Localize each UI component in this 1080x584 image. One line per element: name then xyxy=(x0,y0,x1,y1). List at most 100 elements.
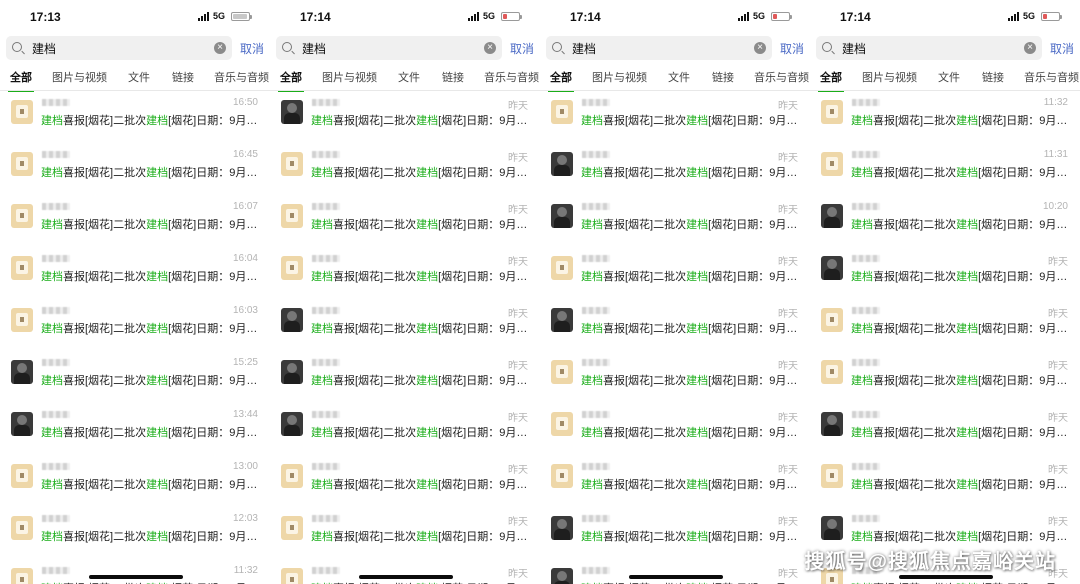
clear-icon[interactable]: × xyxy=(1024,42,1036,54)
result-item[interactable]: 昨天建档喜报[烟花]二批次建档[烟花]日期：9月… xyxy=(540,195,810,247)
keyword-highlight: 建档 xyxy=(956,479,979,491)
keyword-highlight: 建档 xyxy=(581,167,603,179)
tab-4[interactable]: 音乐与音频 xyxy=(754,69,809,85)
blurred-name xyxy=(312,567,340,574)
result-item[interactable]: 昨天建档喜报[烟花]二批次建档[烟花]日期：9月… xyxy=(270,91,540,143)
signal-icon xyxy=(1007,11,1019,21)
tab-0[interactable]: 全部 xyxy=(278,69,304,92)
blurred-name xyxy=(582,463,610,470)
keyword-highlight: 建档 xyxy=(686,323,709,335)
tab-4[interactable]: 音乐与音频 xyxy=(1024,69,1079,85)
result-item[interactable]: 昨天建档喜报[烟花]二批次建档[烟花]日期：9月… xyxy=(810,455,1080,507)
avatar xyxy=(551,308,573,332)
tab-4[interactable]: 音乐与音频 xyxy=(484,69,539,85)
search-input[interactable]: 建档 × xyxy=(6,36,232,60)
result-item[interactable]: 昨天建档喜报[烟花]二批次建档[烟花]日期：9月… xyxy=(540,143,810,195)
result-item[interactable]: 10:20 建档喜报[烟花]二批次建档[烟花]日期：9月… xyxy=(810,195,1080,247)
tab-1[interactable]: 图片与视频 xyxy=(862,69,917,85)
result-item[interactable]: 昨天建档喜报[烟花]二批次建档[烟花]日期：9月… xyxy=(270,299,540,351)
result-item[interactable]: 昨天建档喜报[烟花]二批次建档[烟花]日期：9月… xyxy=(810,299,1080,351)
result-item[interactable]: 16:04 建档喜报[烟花]二批次建档[烟花]日期：9月… xyxy=(0,247,270,299)
tab-3[interactable]: 链接 xyxy=(172,69,194,85)
keyword-highlight: 建档 xyxy=(851,115,873,127)
tab-4[interactable]: 音乐与音频 xyxy=(214,69,269,85)
tab-2[interactable]: 文件 xyxy=(938,69,960,85)
keyword-highlight: 建档 xyxy=(581,531,603,543)
result-item[interactable]: 13:00 建档喜报[烟花]二批次建档[烟花]日期：9月… xyxy=(0,455,270,507)
tab-3[interactable]: 链接 xyxy=(982,69,1004,85)
search-input[interactable]: 建档 × xyxy=(546,36,772,60)
result-item[interactable]: 11:32建档喜报[烟花]二批次建档[烟花]日期：9月… xyxy=(0,559,270,584)
filter-tabs: 全部 图片与视频 文件 链接 音乐与音频 xyxy=(540,61,810,92)
result-item[interactable]: 16:03 建档喜报[烟花]二批次建档[烟花]日期：9月… xyxy=(0,299,270,351)
result-item[interactable]: 昨天建档喜报[烟花]二批次建档[烟花]日期：9月… xyxy=(270,559,540,584)
result-item[interactable]: 13:44 建档喜报[烟花]二批次建档[烟花]日期：9月… xyxy=(0,403,270,455)
keyword-highlight: 建档 xyxy=(581,427,603,439)
battery-icon xyxy=(501,11,522,21)
search-input[interactable]: 建档 × xyxy=(816,36,1042,60)
tab-2[interactable]: 文件 xyxy=(128,69,150,85)
cancel-button[interactable]: 取消 xyxy=(780,40,804,57)
result-item[interactable]: 昨天建档喜报[烟花]二批次建档[烟花]日期：9月… xyxy=(270,351,540,403)
clear-icon[interactable]: × xyxy=(754,42,766,54)
result-item[interactable]: 昨天建档喜报[烟花]二批次建档[烟花]日期：9月… xyxy=(540,403,810,455)
avatar xyxy=(281,152,303,176)
result-item[interactable]: 昨天建档喜报[烟花]二批次建档[烟花]日期：9月… xyxy=(270,403,540,455)
result-item[interactable]: 昨天建档喜报[烟花]二批次建档[烟花]日期：9月… xyxy=(540,351,810,403)
result-item[interactable]: 昨天建档喜报[烟花]二批次建档[烟花]日期：9月… xyxy=(810,403,1080,455)
message-preview: 建档喜报[烟花]二批次建档[烟花]日期：9月… xyxy=(41,528,257,544)
avatar xyxy=(11,516,33,540)
tab-1[interactable]: 图片与视频 xyxy=(592,69,647,85)
result-item[interactable]: 昨天建档喜报[烟花]二批次建档[烟花]日期：9月… xyxy=(810,351,1080,403)
blurred-name xyxy=(42,411,70,418)
tab-1[interactable]: 图片与视频 xyxy=(52,69,107,85)
result-item[interactable]: 昨天建档喜报[烟花]二批次建档[烟花]日期：9月… xyxy=(540,299,810,351)
tab-0[interactable]: 全部 xyxy=(8,69,34,92)
result-item[interactable]: 昨天建档喜报[烟花]二批次建档[烟花]日期：9月… xyxy=(270,195,540,247)
result-item[interactable]: 昨天建档喜报[烟花]二批次建档[烟花]日期：9月… xyxy=(540,91,810,143)
result-item[interactable]: 昨天建档喜报[烟花]二批次建档[烟花]日期：9月… xyxy=(540,247,810,299)
tab-2[interactable]: 文件 xyxy=(668,69,690,85)
result-item[interactable]: 昨天建档喜报[烟花]二批次建档[烟花]日期：9月… xyxy=(540,507,810,559)
clear-icon[interactable]: × xyxy=(484,42,496,54)
message-text: [烟花]日期：9月… xyxy=(978,375,1068,387)
message-time: 昨天 xyxy=(508,517,528,528)
tab-3[interactable]: 链接 xyxy=(712,69,734,85)
result-item[interactable]: 12:03 建档喜报[烟花]二批次建档[烟花]日期：9月… xyxy=(0,507,270,559)
avatar xyxy=(821,516,843,540)
blurred-name xyxy=(312,515,340,522)
result-item[interactable]: 11:32建档喜报[烟花]二批次建档[烟花]日期：9月… xyxy=(810,91,1080,143)
tab-3[interactable]: 链接 xyxy=(442,69,464,85)
keyword-highlight: 建档 xyxy=(581,219,603,231)
search-input[interactable]: 建档 × xyxy=(276,36,502,60)
keyword-highlight: 建档 xyxy=(311,479,333,491)
result-item[interactable]: 昨天建档喜报[烟花]二批次建档[烟花]日期：9月… xyxy=(810,247,1080,299)
result-item[interactable]: 11:31 建档喜报[烟花]二批次建档[烟花]日期：9月… xyxy=(810,143,1080,195)
message-time: 11:32 xyxy=(1043,97,1068,108)
message-text: [烟花]日期：9月… xyxy=(438,531,528,543)
result-item[interactable]: 15:25 建档喜报[烟花]二批次建档[烟花]日期：9月… xyxy=(0,351,270,403)
tab-1[interactable]: 图片与视频 xyxy=(322,69,377,85)
result-item[interactable]: 昨天建档喜报[烟花]二批次建档[烟花]日期：9月… xyxy=(270,455,540,507)
result-item[interactable]: 16:07 建档喜报[烟花]二批次建档[烟花]日期：9月… xyxy=(0,195,270,247)
status-time: 17:14 xyxy=(570,10,601,24)
message-text: 喜报[烟花]二批次 xyxy=(603,427,687,439)
cancel-button[interactable]: 取消 xyxy=(510,40,534,57)
message-preview: 建档喜报[烟花]二批次建档[烟花]日期：9月… xyxy=(41,216,257,232)
clear-icon[interactable]: × xyxy=(214,42,226,54)
result-item[interactable]: 昨天建档喜报[烟花]二批次建档[烟花]日期：9月… xyxy=(270,507,540,559)
result-item[interactable]: 昨天建档喜报[烟花]二批次建档[烟花]日期：9月… xyxy=(270,143,540,195)
result-item[interactable]: 昨天建档喜报[烟花]二批次建档[烟花]日期：9月… xyxy=(540,455,810,507)
cancel-button[interactable]: 取消 xyxy=(240,40,264,57)
cancel-button[interactable]: 取消 xyxy=(1050,40,1074,57)
tab-0[interactable]: 全部 xyxy=(818,69,844,92)
result-item[interactable]: 16:50 建档喜报[烟花]二批次建档[烟花]日期：9月… xyxy=(0,91,270,143)
message-text: 喜报[烟花]二批次 xyxy=(873,271,957,283)
keyword-highlight: 建档 xyxy=(146,531,169,543)
result-item[interactable]: 16:45 建档喜报[烟花]二批次建档[烟花]日期：9月… xyxy=(0,143,270,195)
result-item[interactable]: 昨天建档喜报[烟花]二批次建档[烟花]日期：9月… xyxy=(270,247,540,299)
keyword-highlight: 建档 xyxy=(581,479,603,491)
tab-0[interactable]: 全部 xyxy=(548,69,574,92)
result-item[interactable]: 昨天建档喜报[烟花]二批次建档[烟花]日期：9月… xyxy=(540,559,810,584)
tab-2[interactable]: 文件 xyxy=(398,69,420,85)
